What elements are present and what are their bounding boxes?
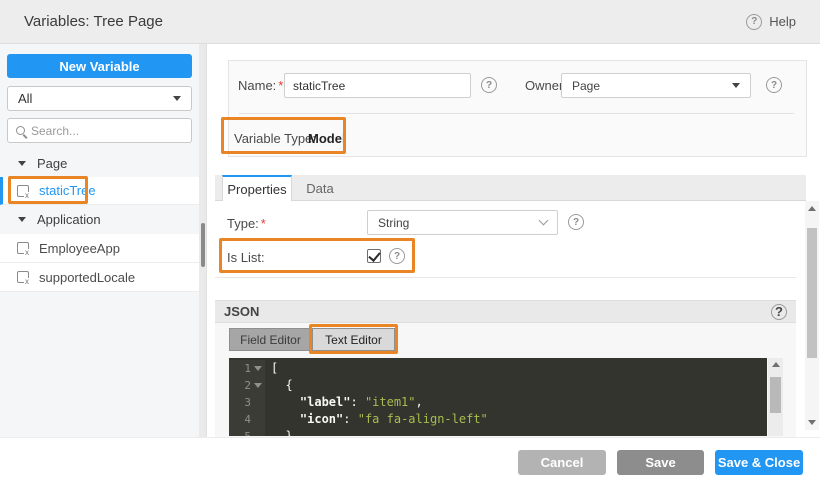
field-editor-button[interactable]: Field Editor: [229, 328, 312, 351]
variable-filter-select[interactable]: All: [7, 86, 192, 111]
tree-item-employeeapp[interactable]: EmployeeApp: [0, 234, 199, 263]
caret-down-icon: [18, 217, 26, 222]
required-marker: *: [260, 216, 266, 231]
json-section-header: JSON ?: [215, 300, 796, 323]
owner-help-icon[interactable]: ?: [766, 77, 782, 93]
save-and-close-button[interactable]: Save & Close: [715, 450, 803, 475]
name-help-icon[interactable]: ?: [481, 77, 497, 93]
type-label: Type: *: [227, 216, 266, 231]
owner-select[interactable]: Page: [561, 73, 751, 98]
tree-item-statictree[interactable]: staticTree: [0, 177, 199, 205]
tree-group-application[interactable]: Application: [0, 205, 199, 234]
divider: [239, 113, 794, 114]
tab-data[interactable]: Data: [292, 175, 348, 201]
type-value: String: [378, 215, 410, 230]
search-box[interactable]: [7, 118, 192, 143]
panel-scrollbar[interactable]: [805, 201, 819, 430]
caret-down-icon: [732, 83, 740, 88]
variable-icon: [17, 271, 29, 286]
variable-summary-panel: Name:* ? Owner:* Page ? Variable Type: M…: [228, 60, 807, 157]
sidebar-scrollbar-thumb[interactable]: [201, 223, 205, 267]
editor-scrollbar[interactable]: [768, 358, 783, 436]
name-input[interactable]: [284, 73, 471, 98]
variables-sidebar: New Variable All Page staticTree Applica…: [0, 44, 199, 437]
fold-toggle-icon: [254, 383, 262, 388]
chevron-down-icon: [538, 215, 549, 226]
tree-item-label: supportedLocale: [39, 269, 136, 285]
scroll-down-icon[interactable]: [808, 420, 816, 425]
code-editor-lines: 1[2 {3 "label": "item1", 4 "icon": "fa fa…: [229, 360, 767, 436]
tree-group-label: Page: [37, 156, 68, 171]
tree-item-label: EmployeeApp: [39, 240, 120, 256]
dialog-footer: Cancel Save Save & Close: [0, 437, 820, 491]
tree-group-page[interactable]: Page: [0, 150, 199, 177]
help-icon: ?: [746, 13, 763, 30]
text-editor-button[interactable]: Text Editor: [312, 328, 395, 351]
editor-scrollbar-thumb[interactable]: [770, 377, 781, 413]
tree-group-label: Application: [37, 212, 101, 227]
help-label: Help: [769, 14, 796, 29]
fold-toggle-icon: [254, 366, 262, 371]
search-input[interactable]: [31, 123, 171, 138]
new-variable-button[interactable]: New Variable: [7, 54, 192, 78]
is-list-help-icon[interactable]: ?: [389, 248, 405, 264]
caret-down-icon: [18, 161, 26, 166]
type-select[interactable]: String: [367, 210, 558, 235]
save-button[interactable]: Save: [617, 450, 704, 475]
variable-type-label: Variable Type:: [234, 131, 316, 146]
type-help-icon[interactable]: ?: [568, 214, 584, 230]
is-list-label: Is List:: [227, 250, 265, 265]
json-section-title: JSON: [224, 304, 260, 319]
name-label: Name: *: [238, 78, 284, 93]
dialog-header: Variables: Tree Page ? Help: [0, 0, 820, 44]
tree-item-supportedlocale[interactable]: supportedLocale: [0, 263, 199, 292]
required-marker: *: [278, 78, 284, 93]
variables-tree: Page staticTree Application EmployeeApp …: [0, 150, 199, 292]
help-button[interactable]: ? Help: [746, 13, 796, 30]
panel-scrollbar-thumb[interactable]: [807, 228, 817, 358]
search-icon: [16, 126, 25, 135]
tree-item-label: staticTree: [39, 183, 96, 198]
json-help-icon[interactable]: ?: [771, 303, 787, 320]
page-title: Variables: Tree Page: [24, 13, 163, 30]
owner-value: Page: [572, 78, 601, 93]
tab-properties[interactable]: Properties: [222, 175, 292, 201]
caret-down-icon: [173, 96, 181, 101]
scroll-up-icon[interactable]: [771, 362, 780, 367]
detail-tabbar: Properties Data: [215, 175, 806, 201]
variable-icon: [17, 242, 29, 257]
sidebar-scrollbar[interactable]: [199, 44, 207, 437]
cancel-button[interactable]: Cancel: [518, 450, 606, 475]
variable-icon: [17, 184, 29, 200]
divider: [215, 277, 796, 278]
scroll-up-icon[interactable]: [808, 206, 816, 211]
variable-type-value: Model: [308, 131, 346, 146]
is-list-checkbox[interactable]: [367, 249, 381, 263]
variable-filter-value: All: [18, 91, 33, 106]
code-editor[interactable]: 1[2 {3 "label": "item1", 4 "icon": "fa fa…: [229, 358, 767, 436]
